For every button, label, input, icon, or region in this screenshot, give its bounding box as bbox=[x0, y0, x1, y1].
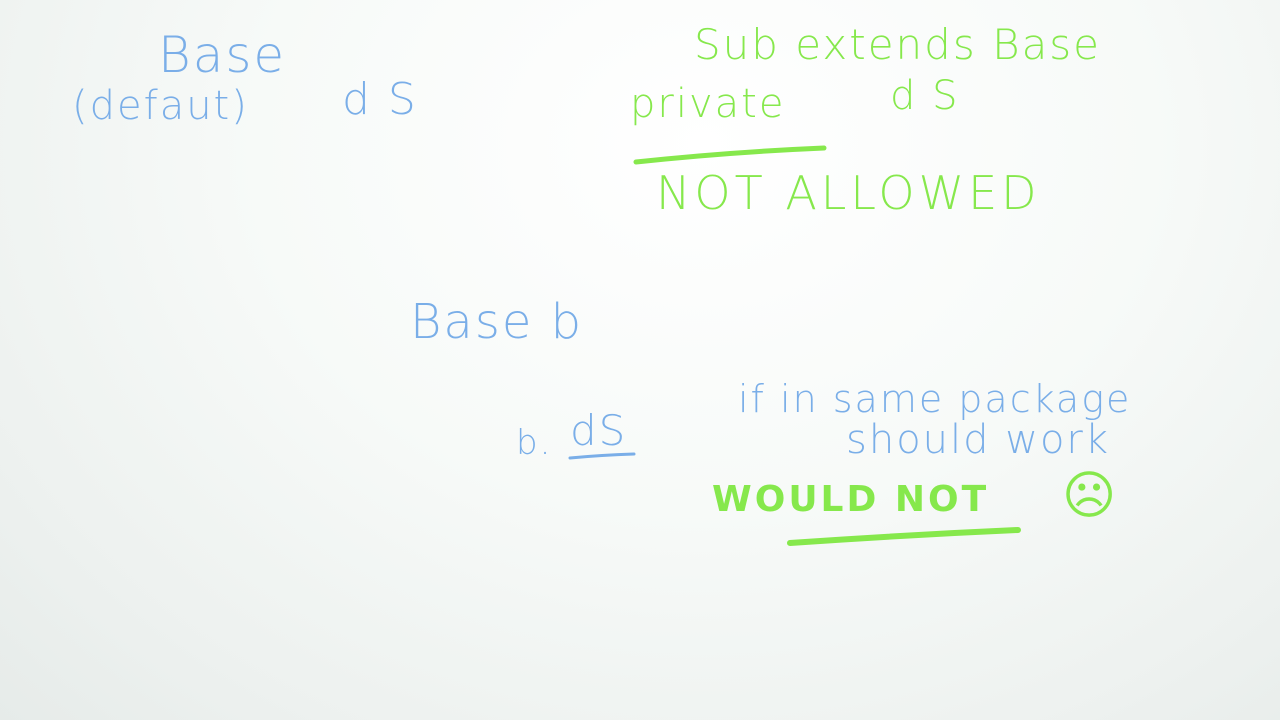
ds-underline-stroke bbox=[568, 452, 636, 460]
would-not-underline-stroke bbox=[787, 527, 1021, 546]
marker-strokes bbox=[568, 145, 1021, 546]
whiteboard: Base (defaut) d S Sub extends Base priva… bbox=[0, 0, 1280, 720]
private-underline-stroke bbox=[633, 145, 827, 165]
